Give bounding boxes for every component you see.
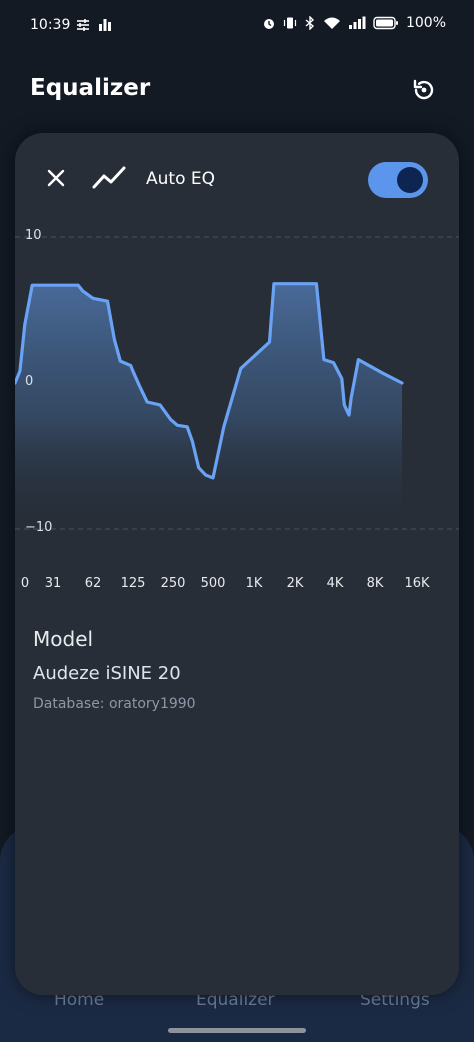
x-tick-label: 2K <box>286 576 304 591</box>
x-tick-label: 125 <box>120 576 146 591</box>
battery-percent: 100% <box>405 15 446 31</box>
status-notification-icons <box>76 18 112 32</box>
screen: 10:39 100% Equalizer Home Equalizer Sett… <box>0 0 474 1042</box>
trend-icon <box>92 166 126 189</box>
wifi-icon <box>323 17 340 29</box>
x-tick-label: 0 <box>20 576 30 591</box>
home-indicator[interactable] <box>168 1028 306 1033</box>
auto-eq-card: Auto EQ 10 0 −10 0 31 62 125 250 500 1K 2K 4K 8K 1… <box>15 133 459 995</box>
status-time: 10:39 <box>30 17 71 33</box>
vibrate-icon <box>283 17 297 29</box>
toggle-knob <box>397 167 423 193</box>
x-tick-label: 250 <box>160 576 186 591</box>
alarm-icon <box>263 19 274 29</box>
reset-button[interactable] <box>409 75 439 105</box>
y-tick-label-top: 10 <box>25 228 42 243</box>
bar-chart-icon <box>99 19 111 31</box>
x-tick-label: 500 <box>200 576 226 591</box>
x-tick-label: 4K <box>326 576 344 591</box>
model-database: Database: oratory1990 <box>33 696 196 712</box>
sliders-icon <box>77 19 89 31</box>
x-tick-label: 1K <box>245 576 263 591</box>
model-heading: Model <box>33 627 94 651</box>
signal-icon <box>348 16 366 29</box>
status-bar: 10:39 100% <box>0 0 474 52</box>
page-title: Equalizer <box>30 75 151 101</box>
x-tick-labels: 0 31 62 125 250 500 1K 2K 4K 8K 16K <box>15 576 459 596</box>
close-icon <box>47 169 65 187</box>
y-tick-label-bottom: −10 <box>25 520 53 535</box>
bluetooth-icon <box>305 16 314 30</box>
eq-curve-chart <box>15 236 459 530</box>
auto-eq-toggle[interactable] <box>368 162 428 198</box>
status-system-icons: 100% <box>262 15 446 31</box>
x-tick-label: 8K <box>366 576 384 591</box>
x-tick-label: 31 <box>44 576 62 591</box>
close-button[interactable] <box>43 165 69 191</box>
battery-icon <box>373 16 398 30</box>
model-name: Audeze iSINE 20 <box>33 663 181 684</box>
reset-icon <box>413 79 434 100</box>
y-tick-label-zero: 0 <box>25 374 34 389</box>
auto-eq-label: Auto EQ <box>146 169 215 189</box>
x-tick-label: 16K <box>404 576 430 591</box>
x-tick-label: 62 <box>84 576 102 591</box>
